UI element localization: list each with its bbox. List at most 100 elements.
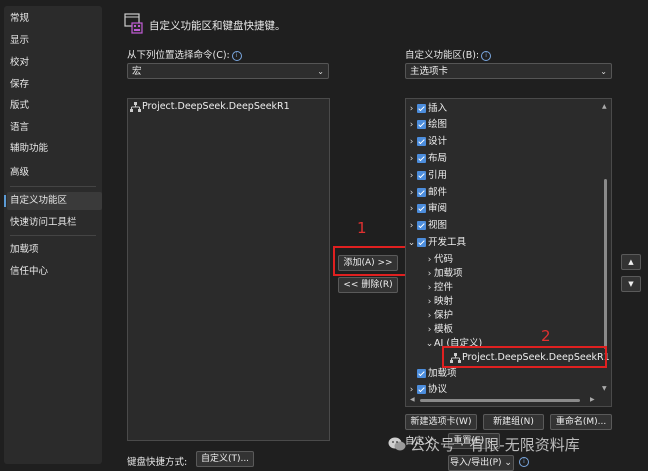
tree-label: 保护 <box>434 310 454 321</box>
chevron-right-icon[interactable]: › <box>407 117 416 133</box>
tree-label: 加载项 <box>428 368 457 379</box>
chevron-right-icon[interactable]: › <box>407 218 416 234</box>
checkbox[interactable] <box>417 238 426 247</box>
tree-tab-mailings[interactable]: › 邮件 <box>407 185 447 201</box>
scroll-up-icon[interactable]: ▲ <box>602 103 607 110</box>
nav-item-general[interactable]: 常规 <box>10 10 100 28</box>
chevron-right-icon[interactable]: › <box>407 134 416 150</box>
tree-tab-developer[interactable]: ⌄ 开发工具 <box>407 235 466 251</box>
tree-label: 协议 <box>428 384 448 395</box>
customize-ribbon-icon <box>124 13 144 35</box>
chevron-right-icon[interactable]: › <box>407 185 416 201</box>
tree-tab-view[interactable]: › 视图 <box>407 218 447 234</box>
nav-item-advanced[interactable]: 高级 <box>10 164 100 182</box>
nav-item-display[interactable]: 显示 <box>10 32 100 50</box>
checkbox[interactable] <box>417 221 426 230</box>
tree-tab-layout[interactable]: › 布局 <box>407 151 447 167</box>
new-group-button[interactable]: 新建组(N) <box>483 414 544 430</box>
chevron-right-icon[interactable]: › <box>407 151 416 167</box>
import-export-button-label: 导入/导出(P) <box>450 458 502 468</box>
checkbox[interactable] <box>417 154 426 163</box>
nav-item-customize-ribbon[interactable]: 自定义功能区 <box>7 192 102 210</box>
tree-label: 引用 <box>428 170 448 181</box>
new-tab-button[interactable]: 新建选项卡(W) <box>405 414 477 430</box>
nav-item-addins[interactable]: 加载项 <box>10 241 100 259</box>
options-nav: 常规 显示 校对 保存 版式 语言 辅助功能 高级 自定义功能区 快速访问工具栏… <box>4 6 102 464</box>
scroll-right-icon[interactable]: ▶ <box>590 396 595 403</box>
checkbox[interactable] <box>417 385 426 394</box>
customize-ribbon-label: 自定义功能区(B): i <box>405 47 492 61</box>
tree-tab-addins[interactable]: 加载项 <box>407 366 457 382</box>
checkbox[interactable] <box>417 369 426 378</box>
remove-button[interactable]: << 删除(R) <box>338 277 398 293</box>
rename-button[interactable]: 重命名(M)... <box>550 414 612 430</box>
nav-divider <box>10 235 96 236</box>
keyboard-shortcut-label: 键盘快捷方式: <box>127 457 188 468</box>
nav-divider <box>10 186 96 187</box>
tree-label: 设计 <box>428 136 448 147</box>
chevron-right-icon[interactable]: › <box>407 168 416 184</box>
nav-item-proofing[interactable]: 校对 <box>10 54 100 72</box>
choose-commands-value: 宏 <box>132 66 142 77</box>
vertical-scrollbar[interactable] <box>604 179 607 349</box>
info-icon[interactable]: i <box>481 50 492 61</box>
tree-tab-insert[interactable]: › 插入 <box>407 101 447 117</box>
checkbox[interactable] <box>417 120 426 129</box>
commands-list[interactable]: Project.DeepSeek.DeepSeekR1 <box>127 98 330 441</box>
tree-label: 审阅 <box>428 203 448 214</box>
customize-shortcuts-button[interactable]: 自定义(T)... <box>196 451 254 467</box>
import-export-button[interactable]: 导入/导出(P) ⌄ <box>448 455 514 471</box>
tree-tab-draw[interactable]: › 绘图 <box>407 117 447 133</box>
page-title: 自定义功能区和键盘快捷键。 <box>149 20 286 32</box>
checkbox[interactable] <box>417 204 426 213</box>
chevron-down-icon[interactable]: ⌄ <box>425 336 434 352</box>
nav-item-language[interactable]: 语言 <box>10 119 100 137</box>
annotation-number-1: 1 <box>357 219 367 237</box>
tree-label: 控件 <box>434 282 454 293</box>
checkbox[interactable] <box>417 137 426 146</box>
checkbox[interactable] <box>417 188 426 197</box>
tree-label: 开发工具 <box>428 237 467 248</box>
nav-item-quick-access-toolbar[interactable]: 快速访问工具栏 <box>10 214 100 232</box>
chevron-right-icon[interactable]: › <box>407 201 416 217</box>
annotation-number-2: 2 <box>541 327 551 345</box>
horizontal-scrollbar[interactable] <box>420 399 580 402</box>
nav-item-accessibility[interactable]: 辅助功能 <box>10 140 100 158</box>
nav-item-trust-center[interactable]: 信任中心 <box>10 263 100 281</box>
tree-tab-references[interactable]: › 引用 <box>407 168 447 184</box>
choose-commands-label: 从下列位置选择命令(C): i <box>127 47 242 61</box>
nav-item-layout[interactable]: 版式 <box>10 97 100 115</box>
info-icon[interactable]: i <box>519 457 529 467</box>
tree-label: 邮件 <box>428 187 448 198</box>
checkbox[interactable] <box>417 104 426 113</box>
info-icon[interactable]: i <box>231 50 242 61</box>
tree-label: 代码 <box>434 254 454 265</box>
scroll-left-icon[interactable]: ◀ <box>410 396 415 403</box>
chevron-down-icon[interactable]: ⌄ <box>407 235 416 251</box>
tree-tab-design[interactable]: › 设计 <box>407 134 447 150</box>
checkbox[interactable] <box>417 171 426 180</box>
annotation-highlight-item <box>442 346 607 368</box>
tree-tab-review[interactable]: › 审阅 <box>407 201 447 217</box>
chevron-down-icon: ⌄ <box>317 67 324 76</box>
tree-label: 布局 <box>428 153 448 164</box>
choose-commands-select[interactable]: 宏 ⌄ <box>127 63 329 79</box>
tree-label: 视图 <box>428 220 448 231</box>
chevron-down-icon: ⌄ <box>600 67 607 76</box>
move-down-button[interactable]: ▼ <box>621 276 641 292</box>
customize-ribbon-select[interactable]: 主选项卡 ⌄ <box>405 63 612 79</box>
nav-item-save[interactable]: 保存 <box>10 76 100 94</box>
move-up-button[interactable]: ▲ <box>621 254 641 270</box>
chevron-right-icon[interactable]: › <box>407 101 416 117</box>
nav-active-indicator <box>4 195 6 207</box>
tree-label: 绘图 <box>428 119 448 130</box>
add-button[interactable]: 添加(A) >> <box>338 255 398 271</box>
macro-icon <box>130 101 141 112</box>
watermark-text: 公众号 · 有限-无限资料库 <box>410 436 580 454</box>
list-item[interactable]: Project.DeepSeek.DeepSeekR1 <box>130 99 290 115</box>
tree-label: 插入 <box>428 103 448 114</box>
scroll-down-icon[interactable]: ▼ <box>602 385 607 392</box>
customize-ribbon-value: 主选项卡 <box>410 66 449 77</box>
tree-label: 加载项 <box>434 268 463 279</box>
list-item-label: Project.DeepSeek.DeepSeekR1 <box>142 101 290 112</box>
